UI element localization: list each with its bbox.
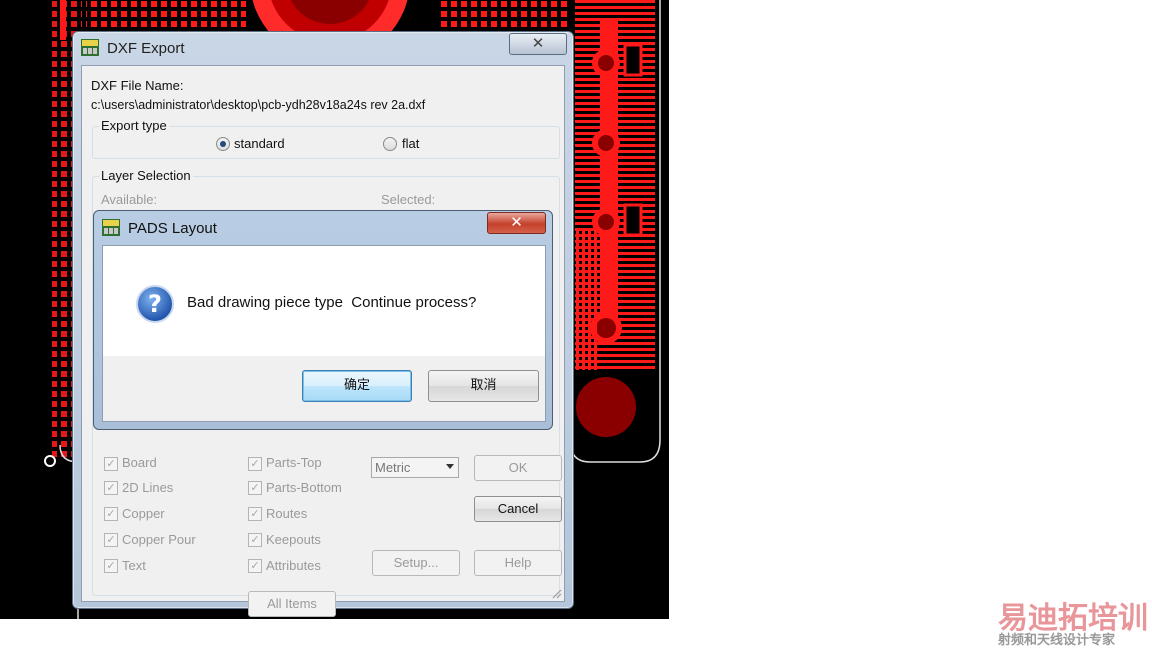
message-area: ? Bad drawing piece type Continue proces…	[103, 246, 545, 356]
radio-standard-label: standard	[234, 136, 285, 151]
checkbox-routes[interactable]: ✓	[248, 507, 262, 521]
dxf-file-name-label: DXF File Name:	[91, 78, 184, 93]
units-select-value: Metric	[375, 460, 411, 475]
checkbox-text[interactable]: ✓	[104, 559, 118, 573]
dxf-file-path: c:\users\administrator\desktop\pcb-ydh28…	[91, 98, 426, 112]
message-box-title: PADS Layout	[128, 220, 217, 237]
watermark-tagline: 射频和天线设计专家	[998, 633, 1116, 648]
checkbox-routes-label: Routes	[266, 506, 308, 521]
message-box-close-button[interactable]: ✕	[487, 212, 546, 234]
question-icon: ?	[136, 285, 174, 323]
checkbox-board-label: Board	[122, 455, 157, 470]
message-box-body: ? Bad drawing piece type Continue proces…	[102, 245, 546, 422]
layer-selection-label: Layer Selection	[99, 168, 193, 183]
selected-label: Selected:	[381, 192, 436, 207]
checkbox-attributes-label: Attributes	[266, 558, 321, 573]
confirm-button[interactable]: 确定	[302, 370, 412, 402]
checkbox-copper-pour-label: Copper Pour	[122, 532, 196, 547]
cancel-button[interactable]: 取消	[428, 370, 539, 402]
checkbox-keepouts-label: Keepouts	[266, 532, 321, 547]
checkbox-board[interactable]: ✓	[104, 457, 118, 471]
help-button[interactable]: Help	[474, 550, 562, 576]
pads-app-icon	[81, 39, 99, 56]
message-text: Bad drawing piece type Continue process?	[187, 294, 477, 311]
checkbox-keepouts[interactable]: ✓	[248, 533, 262, 547]
checkbox-copper[interactable]: ✓	[104, 507, 118, 521]
checkbox-parts-top[interactable]: ✓	[248, 457, 262, 471]
checkbox-parts-bottom[interactable]: ✓	[248, 481, 262, 495]
checkbox-attributes[interactable]: ✓	[248, 559, 262, 573]
cancel-button[interactable]: Cancel	[474, 496, 562, 522]
checkbox-parts-top-label: Parts-Top	[266, 455, 322, 470]
dxf-close-button[interactable]: ✕	[509, 33, 567, 55]
checkbox-2d-lines[interactable]: ✓	[104, 481, 118, 495]
available-label: Available:	[101, 192, 158, 207]
setup-button[interactable]: Setup...	[372, 550, 460, 576]
checkbox-copper-pour[interactable]: ✓	[104, 533, 118, 547]
checkbox-copper-label: Copper	[122, 506, 165, 521]
chevron-down-icon	[446, 464, 454, 469]
checkbox-parts-bottom-label: Parts-Bottom	[266, 480, 342, 495]
resize-grip-icon[interactable]	[550, 587, 562, 599]
export-type-group: Export type standard flat	[92, 118, 560, 159]
radio-standard[interactable]	[216, 137, 230, 151]
units-select[interactable]: Metric	[371, 457, 459, 478]
svg-text:?: ?	[148, 290, 162, 318]
export-type-label: Export type	[99, 118, 169, 133]
all-items-button[interactable]: All Items	[248, 591, 336, 617]
radio-flat[interactable]	[383, 137, 397, 151]
ok-button[interactable]: OK	[474, 455, 562, 481]
radio-flat-label: flat	[402, 136, 420, 151]
checkbox-text-label: Text	[122, 558, 146, 573]
pads-layout-message-box: PADS Layout ✕ ? Bad drawing piece type C…	[93, 210, 553, 430]
pads-app-icon	[102, 219, 120, 236]
dxf-dialog-title: DXF Export	[107, 40, 185, 57]
checkbox-2d-lines-label: 2D Lines	[122, 480, 174, 495]
